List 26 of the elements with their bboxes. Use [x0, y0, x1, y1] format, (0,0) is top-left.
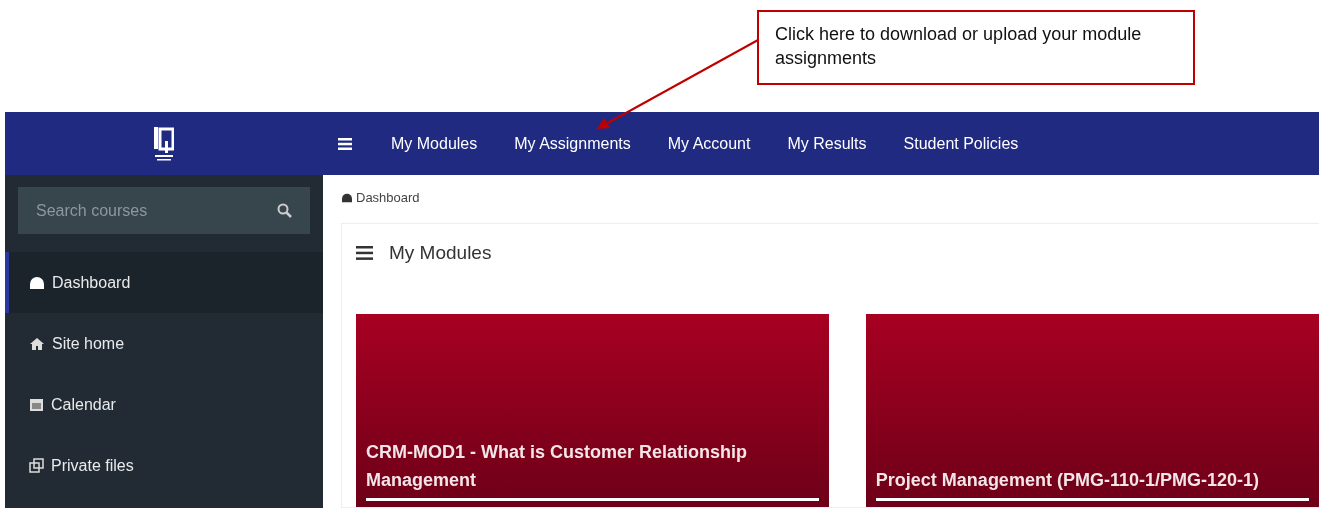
search-field[interactable]: Search courses: [18, 187, 310, 234]
module-card[interactable]: CRM-MOD1 - What is Customer Relationship Management: [356, 314, 829, 507]
sidebar-item[interactable]: Private files: [5, 435, 323, 496]
search-icon[interactable]: [277, 203, 292, 218]
nav-link[interactable]: My Assignments: [514, 134, 631, 153]
files-icon: [29, 458, 44, 473]
logo-icon[interactable]: [154, 126, 174, 161]
callout-note: Click here to download or upload your module assignments: [757, 10, 1195, 85]
sidebar-item[interactable]: Calendar: [5, 374, 323, 435]
gauge-icon: [29, 275, 45, 290]
sidebar-item[interactable]: Dashboard: [5, 252, 323, 313]
breadcrumb-link[interactable]: Dashboard: [356, 190, 420, 205]
calendar-icon: [29, 397, 44, 412]
sidebar-item[interactable]: Site home: [5, 313, 323, 374]
menu-icon[interactable]: [338, 137, 352, 150]
menu-icon[interactable]: [356, 246, 373, 260]
nav-link[interactable]: My Account: [667, 134, 751, 153]
module-card[interactable]: Project Management (PMG-110-1/PMG-120-1): [865, 314, 1319, 507]
nav-link[interactable]: Student Policies: [903, 134, 1019, 153]
gauge-icon: [341, 192, 353, 203]
panel-title: My Modules: [389, 242, 492, 264]
module-title[interactable]: CRM-MOD1 - What is Customer Relationship Management: [366, 438, 819, 501]
nav-link[interactable]: My Results: [787, 134, 867, 153]
nav-link[interactable]: My Modules: [391, 134, 478, 153]
module-title[interactable]: Project Management (PMG-110-1/PMG-120-1): [875, 466, 1309, 501]
house-icon: [29, 336, 45, 351]
